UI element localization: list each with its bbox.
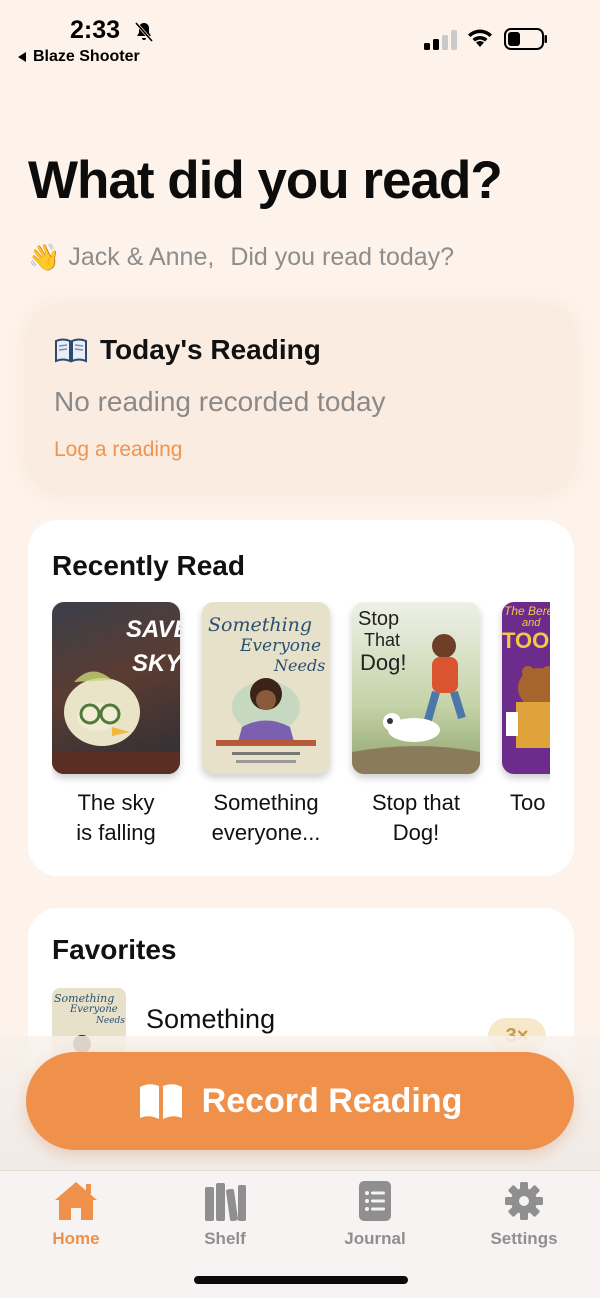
log-reading-link[interactable]: Log a reading [54,438,182,462]
status-bar: 2:33 Blaze Shooter [0,0,600,80]
home-indicator[interactable] [194,1276,408,1284]
cover-text-line2: That [364,630,401,650]
cover-text-line2: Everyone [240,636,322,656]
back-arrow-icon [18,52,26,62]
todays-reading-card: Today's Reading No reading recorded toda… [28,306,574,492]
cellular-signal-icon [424,30,457,50]
bell-muted-icon [134,22,154,42]
book-item[interactable]: Stop That Dog! Stop that Dog! [352,602,480,848]
books-icon [205,1183,246,1222]
tab-shelf[interactable]: Shelf [165,1179,285,1249]
book-title-line1: Something [213,790,319,815]
cover-text-line3: Needs [274,656,326,675]
book-title-line2: Dog! [392,820,440,845]
tab-home-label: Home [52,1229,100,1248]
recently-read-carousel[interactable]: SAVE SKY The sky is falling So [52,602,550,862]
cover-text-line1: Something [208,614,313,636]
gear-icon [505,1182,543,1220]
recently-read-title: Recently Read [52,550,245,581]
tab-home[interactable]: Home [16,1179,136,1249]
book-title-line2: everyone... [211,820,321,845]
book-cover: SAVE SKY [52,602,180,774]
book-item[interactable]: The Bere and TOO M Too [502,602,550,818]
book-title: Stop that Dog! [341,788,491,848]
book-cover: The Bere and TOO M [502,602,550,774]
house-icon [55,1182,97,1220]
book-cover: Stop That Dog! [352,602,480,774]
tab-journal-label: Journal [344,1229,406,1248]
greeting-name: Jack & Anne, [68,243,215,271]
greeting: 👋 Jack & Anne, Did you read today? [28,242,454,273]
book-title-line1: Too [510,790,546,815]
book-item[interactable]: SAVE SKY The sky is falling [52,602,180,848]
cover-text-line1: SAVE [126,616,180,643]
tab-journal[interactable]: Journal [315,1179,435,1249]
todays-reading-title: Today's Reading [100,334,321,365]
tab-settings-label: Settings [490,1229,558,1248]
wifi-icon [468,29,492,47]
open-book-icon [55,338,87,363]
page-title: What did you read? [28,151,503,210]
book-title-line2: is falling [76,820,156,845]
tab-settings[interactable]: Settings [464,1179,584,1249]
book-title: Something everyone... [191,788,341,848]
open-book-icon [139,1084,182,1119]
journal-icon [359,1181,391,1221]
favorites-title: Favorites [52,934,177,965]
greeting-question: Did you read today? [230,243,455,271]
book-title-line1: The sky [77,790,155,815]
waving-hand-icon: 👋 [28,242,61,272]
cover-text-line3: Dog! [360,650,407,675]
clock: 2:33 [70,16,121,44]
cover-text-line1: Stop [358,608,400,630]
favorite-book-name[interactable]: Something [146,1004,275,1035]
cover-text-line1: The Bere [504,604,550,618]
book-item[interactable]: Something Everyone Needs Something every… [202,602,330,848]
book-title: The sky is falling [52,788,191,848]
book-title: Too [510,788,550,818]
cover-text-line3: TOO M [502,628,550,653]
back-app-label: Blaze Shooter [33,48,140,65]
no-reading-message: No reading recorded today [54,386,386,417]
cover-text-line2: SKY [132,650,180,677]
tab-shelf-label: Shelf [204,1229,246,1248]
record-reading-button[interactable]: Record Reading [26,1052,574,1150]
book-cover: Something Everyone Needs [202,602,330,774]
record-reading-label: Record Reading [201,1081,463,1120]
battery-icon [504,28,547,50]
back-to-app-link[interactable]: Blaze Shooter [18,48,140,66]
recently-read-card: Recently Read SAVE SKY The sky is falli [28,520,574,876]
todays-reading-heading: Today's Reading [54,334,321,366]
book-title-line1: Stop that [371,790,461,815]
